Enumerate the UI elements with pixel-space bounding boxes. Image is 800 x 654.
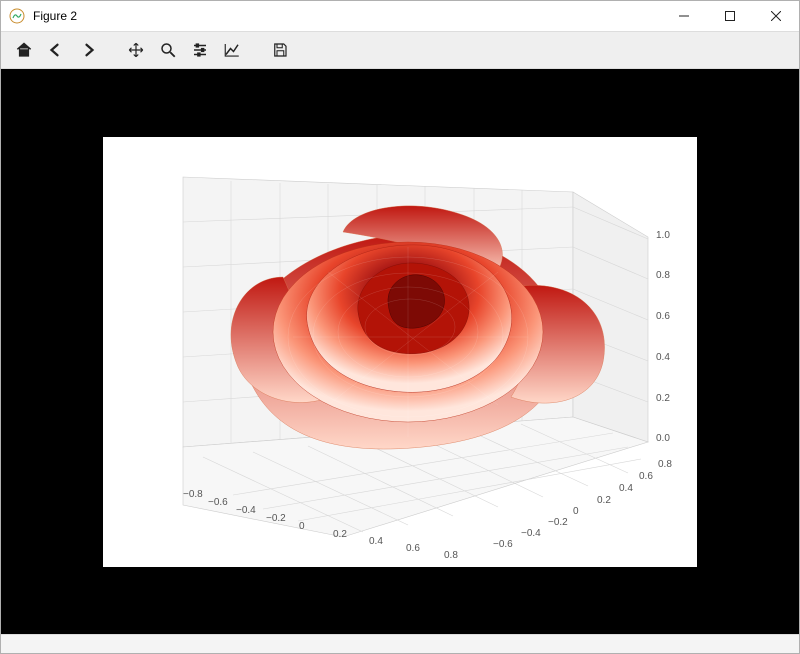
sliders-icon (191, 41, 209, 59)
y-tick: −0.6 (493, 539, 513, 550)
z-tick: 0.0 (656, 433, 670, 444)
x-tick: 0.6 (406, 543, 420, 554)
x-tick: 0.2 (333, 529, 347, 540)
titlebar: Figure 2 (1, 1, 799, 32)
zoom-icon (159, 41, 177, 59)
z-tick: 0.2 (656, 393, 670, 404)
toolbar (1, 32, 799, 69)
y-tick: −0.4 (521, 528, 541, 539)
x-tick: 0 (299, 521, 305, 532)
z-tick: 0.8 (656, 270, 670, 281)
pan-button[interactable] (121, 35, 151, 65)
y-tick: 0 (573, 506, 579, 517)
x-tick: 0.4 (369, 536, 383, 547)
matplotlib-window: Figure 2 (0, 0, 800, 654)
y-tick: 0.2 (597, 495, 611, 506)
z-tick: 0.4 (656, 352, 670, 363)
status-bar (1, 634, 799, 653)
forward-button[interactable] (73, 35, 103, 65)
x-tick: 0.8 (444, 550, 458, 561)
app-icon (9, 8, 25, 24)
y-tick: 0.8 (658, 459, 672, 470)
back-button[interactable] (41, 35, 71, 65)
plot-area[interactable]: 0.0 0.2 0.4 0.6 0.8 1.0 −0.8 −0.6 −0.4 −… (103, 137, 697, 567)
y-tick: 0.4 (619, 483, 633, 494)
home-icon (15, 41, 33, 59)
edit-axes-button[interactable] (217, 35, 247, 65)
home-button[interactable] (9, 35, 39, 65)
save-icon (271, 41, 289, 59)
chart-line-icon (223, 41, 241, 59)
zoom-button[interactable] (153, 35, 183, 65)
y-tick: 0.6 (639, 471, 653, 482)
configure-subplots-button[interactable] (185, 35, 215, 65)
x-tick: −0.2 (266, 513, 286, 524)
arrow-right-icon (79, 41, 97, 59)
z-tick: 0.6 (656, 311, 670, 322)
save-button[interactable] (265, 35, 295, 65)
arrow-left-icon (47, 41, 65, 59)
maximize-button[interactable] (707, 1, 753, 31)
y-tick: −0.2 (548, 517, 568, 528)
x-tick: −0.4 (236, 505, 256, 516)
figure-canvas-area: 0.0 0.2 0.4 0.6 0.8 1.0 −0.8 −0.6 −0.4 −… (1, 69, 799, 634)
close-button[interactable] (753, 1, 799, 31)
minimize-button[interactable] (661, 1, 707, 31)
x-tick: −0.6 (208, 497, 228, 508)
z-tick: 1.0 (656, 230, 670, 241)
pan-icon (127, 41, 145, 59)
window-title: Figure 2 (33, 9, 77, 23)
x-tick: −0.8 (183, 489, 203, 500)
